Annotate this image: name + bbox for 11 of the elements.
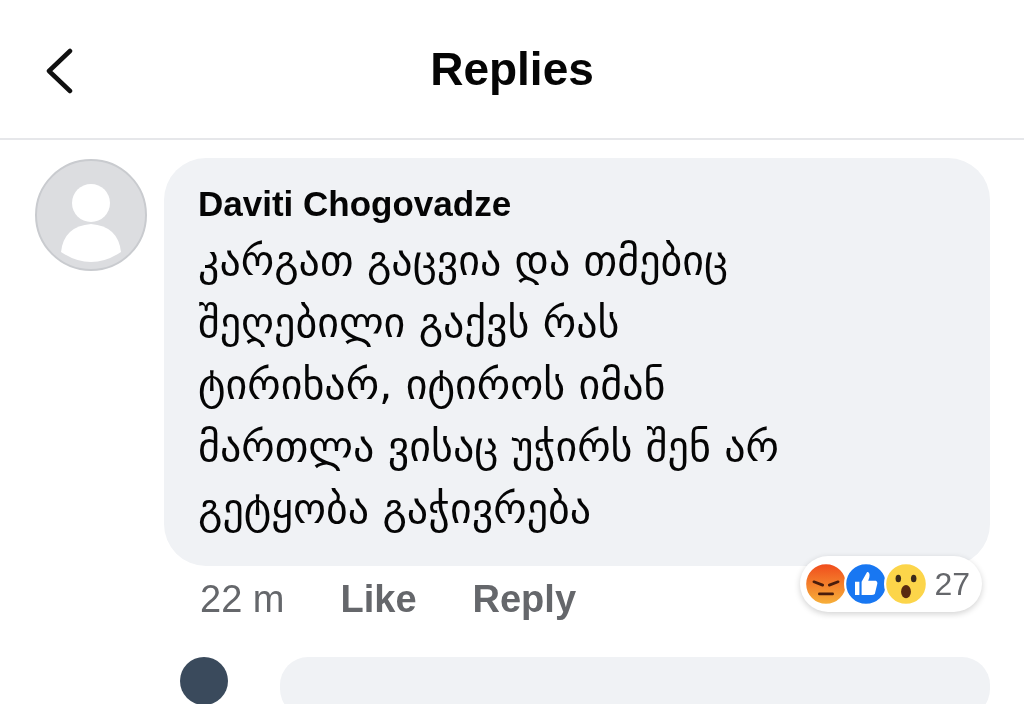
page-title: Replies <box>430 42 594 96</box>
avatar-icon[interactable] <box>180 657 228 704</box>
surprised-face-icon <box>884 562 929 606</box>
comment-action-link[interactable]: Reply <box>472 578 576 621</box>
comment-action-link[interactable]: Like <box>340 578 417 621</box>
reaction-count: 27 <box>934 565 970 603</box>
comment-time: 22 m <box>200 578 285 621</box>
author-name[interactable]: Daviti Chogovadze <box>198 184 956 224</box>
back-icon[interactable] <box>44 48 74 94</box>
reactions-pill[interactable]: 27 <box>800 556 982 612</box>
comment-text: კარგათ გაცვია და თმებიც შეღებილი გაქვს რას ტირიხარ, იტიროს იმან მართლა ვისაც უჭირს შენ არ გეტყობა გაჭივრება <box>198 235 780 535</box>
